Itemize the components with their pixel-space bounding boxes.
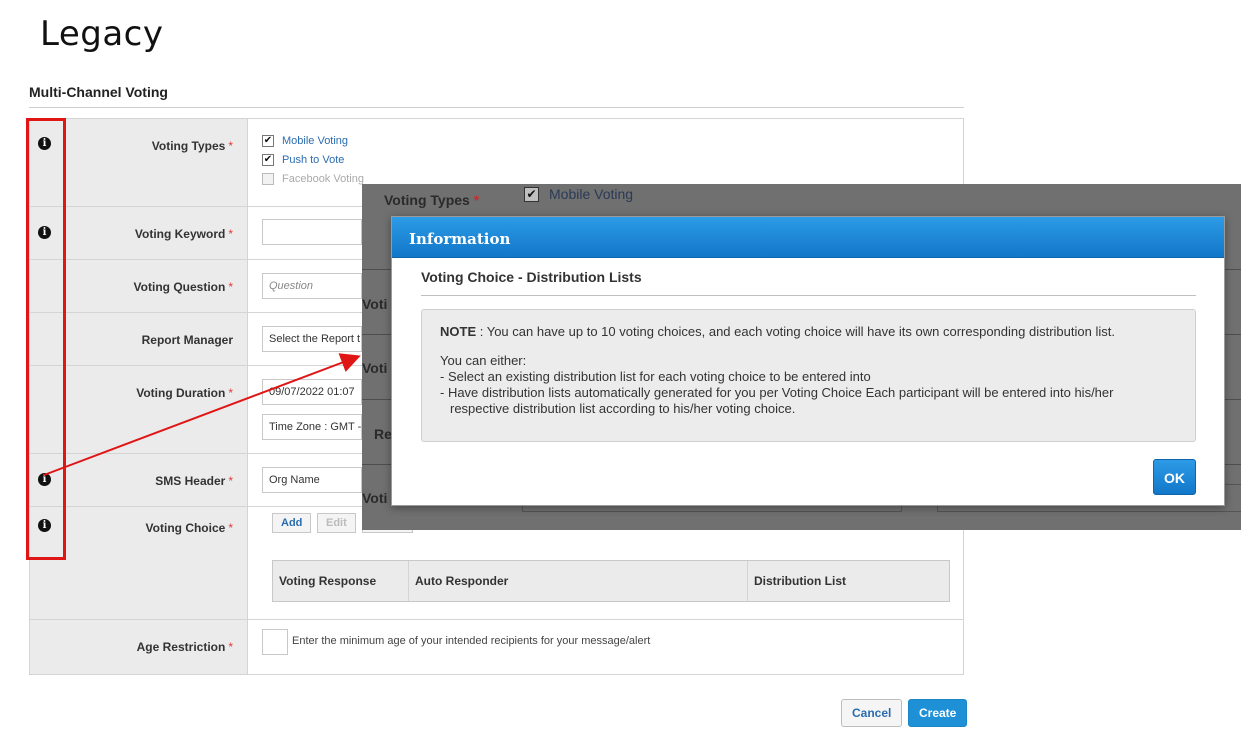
row-age-restriction: Age Restriction * Enter the minimum age o… xyxy=(30,620,963,674)
note-option-1: - Select an existing distribution list f… xyxy=(440,369,871,384)
sms-header-label: SMS Header * xyxy=(155,474,233,488)
bg-row-label: Voti xyxy=(362,490,388,506)
info-icons-highlight xyxy=(26,118,66,560)
note-option-2-cont: respective distribution list according t… xyxy=(450,401,796,416)
timezone-select[interactable]: Time Zone : GMT - xyxy=(262,414,362,440)
voting-keyword-label: Voting Keyword * xyxy=(134,227,233,241)
bg-voting-types-label: Voting Types * xyxy=(384,192,480,208)
facebook-voting-checkbox: Facebook Voting xyxy=(262,173,364,185)
bg-row-label: Voti xyxy=(362,296,388,312)
note-option-2: - Have distribution lists automatically … xyxy=(440,385,1114,400)
note-either: You can either: xyxy=(440,353,527,368)
create-button[interactable]: Create xyxy=(908,699,968,727)
information-dialog: Information Voting Choice - Distribution… xyxy=(391,216,1225,506)
form-title: Multi-Channel Voting xyxy=(29,84,168,100)
add-choice-button[interactable]: Add xyxy=(272,513,312,533)
voting-types-label: Voting Types * xyxy=(151,139,233,153)
push-to-vote-checkbox[interactable]: ✔ Push to Vote xyxy=(262,154,344,166)
report-manager-label: Report Manager xyxy=(141,333,233,347)
voting-duration-label: Voting Duration * xyxy=(136,386,233,400)
checkmark-icon: ✔ xyxy=(262,154,274,166)
dialog-title: Information xyxy=(392,217,1224,258)
age-restriction-input[interactable] xyxy=(262,629,288,655)
bg-row-label: Re xyxy=(374,426,392,442)
voting-start-date-input[interactable]: 09/07/2022 01:07 xyxy=(262,379,362,405)
sms-header-input[interactable]: Org Name xyxy=(262,467,362,493)
age-restriction-label: Age Restriction * xyxy=(136,640,233,654)
bg-row-label: Voti xyxy=(362,360,388,376)
voting-keyword-input[interactable] xyxy=(262,219,362,245)
dialog-subtitle: Voting Choice - Distribution Lists xyxy=(421,269,642,285)
voting-question-label: Voting Question * xyxy=(133,280,233,294)
column-header: Distribution List xyxy=(754,574,846,588)
checkmark-icon: ✔ xyxy=(524,186,539,202)
report-manager-select[interactable]: Select the Report t xyxy=(262,326,362,352)
column-header: Auto Responder xyxy=(409,561,748,601)
ok-button[interactable]: OK xyxy=(1153,459,1196,495)
note-box: NOTE : You can have up to 10 voting choi… xyxy=(421,309,1196,442)
title-divider xyxy=(29,107,964,108)
note-text: : You can have up to 10 voting choices, … xyxy=(476,324,1115,339)
age-restriction-hint: Enter the minimum age of your intended r… xyxy=(292,635,651,647)
voting-choice-table: Voting Response Auto Responder Distribut… xyxy=(272,560,950,602)
mobile-voting-checkbox[interactable]: ✔ Mobile Voting xyxy=(262,135,348,147)
checkmark-icon: ✔ xyxy=(262,135,274,147)
edit-choice-button: Edit xyxy=(317,513,356,533)
voting-question-input[interactable]: Question xyxy=(262,273,362,299)
bg-mobile-voting-checkbox: ✔ Mobile Voting xyxy=(524,186,633,202)
page-title: Legacy xyxy=(40,14,164,54)
cancel-button[interactable]: Cancel xyxy=(841,699,903,727)
column-header: Voting Response xyxy=(273,561,409,601)
note-label: NOTE xyxy=(440,324,477,339)
voting-choice-label: Voting Choice * xyxy=(145,521,233,535)
dialog-divider xyxy=(421,295,1196,296)
